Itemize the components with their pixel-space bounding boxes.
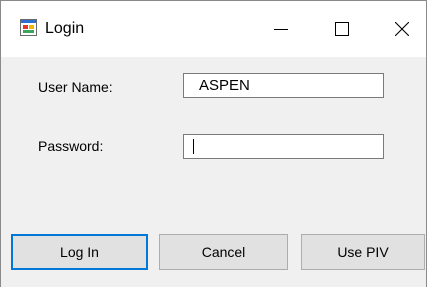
close-icon — [395, 22, 409, 36]
login-dialog: Login User Name: Password: Log In Cancel… — [0, 0, 427, 287]
cancel-button[interactable]: Cancel — [159, 234, 288, 270]
username-label: User Name: — [38, 79, 113, 95]
maximize-icon — [335, 22, 349, 36]
title-bar[interactable]: Login — [1, 1, 426, 57]
maximize-button[interactable] — [318, 1, 366, 57]
password-field[interactable] — [183, 134, 384, 159]
window-title: Login — [45, 20, 85, 37]
use-piv-button[interactable]: Use PIV — [301, 234, 425, 270]
text-cursor — [193, 139, 194, 154]
dialog-body: User Name: Password: Log In Cancel Use P… — [1, 57, 426, 287]
login-button[interactable]: Log In — [11, 234, 148, 270]
application-form-icon — [20, 19, 37, 36]
password-label: Password: — [38, 138, 104, 154]
minimize-button[interactable] — [257, 1, 305, 57]
close-button[interactable] — [378, 1, 426, 57]
minimize-icon — [274, 29, 288, 30]
username-field[interactable] — [183, 73, 384, 98]
